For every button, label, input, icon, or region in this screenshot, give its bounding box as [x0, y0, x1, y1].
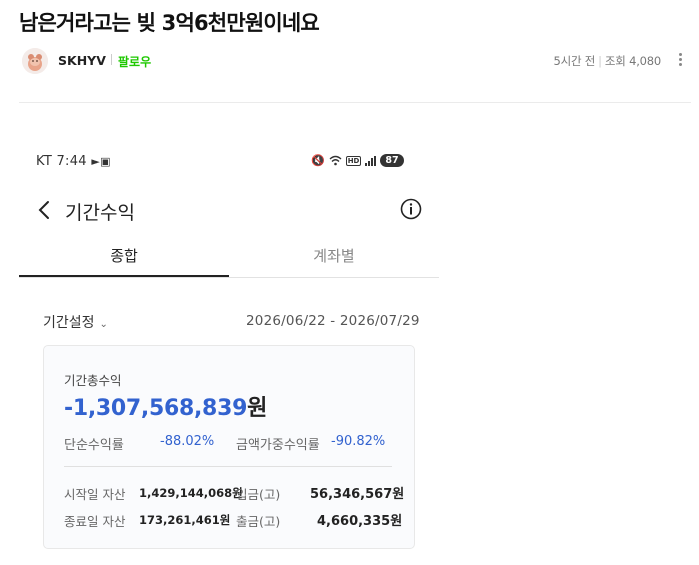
- post-time: 5시간 전: [553, 54, 596, 68]
- status-icons-left: ►▣: [91, 155, 111, 168]
- simple-return-value: -88.02%: [160, 434, 215, 449]
- start-assets-label: 시작일 자산: [64, 487, 126, 502]
- weighted-return-value: -90.82%: [331, 434, 386, 449]
- weighted-return-label: 금액가중수익률: [236, 438, 320, 453]
- end-assets-value: 173,261,461원: [139, 513, 231, 527]
- deposit-label: 입금(고): [236, 487, 281, 502]
- post-title: 남은거라고는 빚 3억6천만원이네요: [19, 11, 320, 35]
- tab-summary[interactable]: 종합: [19, 245, 229, 277]
- info-icon[interactable]: [400, 198, 422, 220]
- view-count: 조회 4,080: [604, 54, 661, 68]
- avatar[interactable]: [22, 48, 48, 74]
- mute-icon: 🔇: [311, 154, 325, 167]
- tab-by-account[interactable]: 계좌별: [229, 245, 439, 277]
- returns-card: 기간총수익 -1,307,568,839원 단순수익률 -88.02% 금액가중…: [43, 345, 415, 549]
- carrier-time: KT 7:44: [36, 154, 87, 169]
- period-setting-label: 기간설정: [43, 315, 95, 331]
- status-bar-left: KT 7:44 ►▣: [36, 154, 111, 169]
- screenshot-image: KT 7:44 ►▣ 🔇 HD 87 기간수익 종합 계좌별 기간설정 ⌄ 202…: [19, 140, 439, 565]
- post-meta: 5시간 전 | 조회 4,080: [553, 54, 661, 68]
- signal-icon: [365, 155, 377, 166]
- simple-return-label: 단순수익률: [64, 438, 124, 453]
- screen-title: 기간수익: [65, 202, 135, 224]
- end-assets-label: 종료일 자산: [64, 514, 126, 529]
- author-name[interactable]: SKHYV: [58, 53, 106, 68]
- author-row: SKHYV 팔로우 5시간 전 | 조회 4,080: [19, 46, 691, 76]
- divider-vertical: [111, 54, 112, 65]
- withdraw-value: 4,660,335원: [317, 514, 403, 529]
- withdraw-label: 출금(고): [236, 514, 281, 529]
- period-range: 2026/06/22 - 2026/07/29: [246, 313, 420, 329]
- total-return-value: -1,307,568,839원: [64, 396, 268, 421]
- card-divider: [64, 466, 392, 467]
- deposit-value: 56,346,567원: [310, 487, 405, 502]
- back-arrow-icon[interactable]: [37, 200, 51, 220]
- start-assets-value: 1,429,144,068원: [139, 486, 243, 500]
- total-return-label: 기간총수익: [64, 373, 122, 388]
- follow-button[interactable]: 팔로우: [118, 53, 151, 70]
- more-options-icon[interactable]: [675, 51, 685, 69]
- tabs-divider: [19, 277, 439, 278]
- battery-icon: 87: [380, 154, 404, 167]
- wifi-icon: [329, 155, 342, 166]
- header-divider: [19, 102, 691, 103]
- avatar-image: [22, 48, 48, 74]
- period-setting-dropdown[interactable]: 기간설정 ⌄: [43, 312, 108, 332]
- hd-icon: HD: [345, 155, 362, 166]
- chevron-down-icon: ⌄: [99, 319, 108, 330]
- status-bar-right: 🔇 HD 87: [311, 154, 404, 167]
